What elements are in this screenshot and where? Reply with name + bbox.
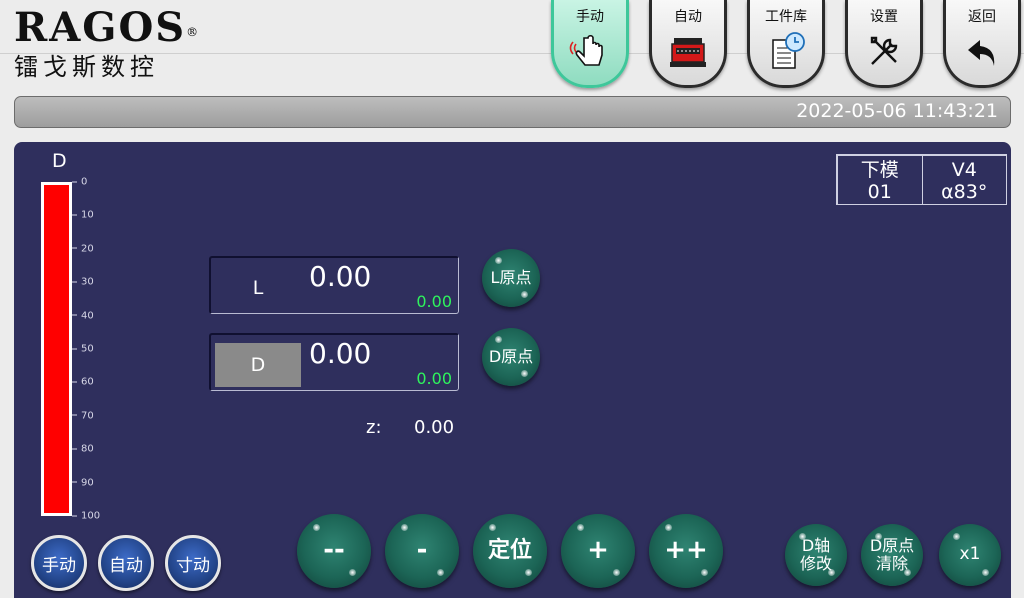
d-axis-modify-line1: D轴 — [801, 535, 831, 555]
gauge-tick: 10 — [72, 210, 94, 221]
nav-library-button[interactable]: 工件库 — [747, 0, 825, 88]
nav-settings-button[interactable]: 设置 — [845, 0, 923, 88]
l-axis-value: 0.00 — [309, 260, 372, 293]
mode-manual-label: 手动 — [42, 555, 76, 576]
return-arrow-icon — [968, 40, 995, 66]
brand-logo-text: RAGOS — [14, 4, 187, 51]
gauge-tick: 0 — [72, 177, 87, 188]
l-origin-button[interactable]: L原点 — [482, 249, 540, 307]
d-axis-value: 0.00 — [309, 337, 372, 370]
d-origin-clear-line2: 清除 — [875, 554, 908, 573]
d-axis-modify-button[interactable]: D轴 修改 — [785, 524, 847, 586]
mode-auto-label: 自动 — [109, 555, 143, 576]
gauge-ticks: 0 10 20 30 40 50 60 70 80 90 100 — [72, 177, 132, 522]
gauge-tick: 100 — [72, 511, 100, 522]
nav-manual-button[interactable]: 手动 — [551, 0, 629, 88]
press-machine-icon — [670, 38, 706, 67]
d-origin-button[interactable]: D原点 — [482, 328, 540, 386]
fast-plus-label: ++ — [664, 535, 708, 566]
multiplier-label: x1 — [959, 544, 981, 565]
z-label: z: — [366, 417, 382, 438]
d-axis-modify-label: D轴 修改 — [799, 535, 832, 574]
d-axis-modify-line2: 修改 — [799, 554, 832, 573]
registered-mark: ® — [186, 25, 201, 39]
d-origin-clear-button[interactable]: D原点 清除 — [861, 524, 923, 586]
datetime: 2022-05-06 11:43:21 — [796, 100, 998, 122]
nav-auto-label: 自动 — [674, 9, 702, 25]
nav-library-label: 工件库 — [765, 9, 807, 25]
mode-jog-button[interactable]: 寸动 — [165, 535, 221, 591]
l-axis-actual: 0.00 — [416, 292, 452, 311]
nav-back-label: 返回 — [968, 9, 996, 25]
status-bar: 2022-05-06 11:43:21 — [14, 96, 1011, 128]
mode-jog-label: 寸动 — [176, 555, 210, 576]
nav-settings-label: 设置 — [870, 9, 898, 25]
position-button[interactable]: 定位 — [473, 514, 547, 588]
l-origin-label: L原点 — [490, 267, 532, 287]
gauge-tick: 70 — [72, 410, 94, 421]
mode-auto-button[interactable]: 自动 — [98, 535, 154, 591]
d-origin-clear-line1: D原点 — [869, 535, 915, 555]
gauge-tick: 90 — [72, 477, 94, 488]
fast-minus-button[interactable]: -- — [297, 514, 371, 588]
gauge-tick: 40 — [72, 310, 94, 321]
d-origin-label: D原点 — [488, 346, 534, 366]
nav-manual-label: 手动 — [576, 9, 604, 25]
l-axis-label: L — [252, 277, 264, 299]
minus-button[interactable]: - — [385, 514, 459, 588]
gauge-tick: 30 — [72, 277, 94, 288]
fast-plus-button[interactable]: ++ — [649, 514, 723, 588]
d-gauge-fill — [44, 185, 69, 513]
position-label: 定位 — [487, 538, 532, 564]
mode-manual-button[interactable]: 手动 — [31, 535, 87, 591]
brand-logo: RAGOS® — [14, 6, 200, 50]
brand: RAGOS® 镭戈斯数控 — [14, 6, 200, 82]
fast-minus-label: -- — [323, 535, 345, 566]
tools-icon — [870, 36, 898, 65]
gauge-tick: 60 — [72, 377, 94, 388]
z-value: 0.00 — [414, 417, 455, 438]
d-axis-actual: 0.00 — [416, 369, 452, 388]
multiplier-button[interactable]: x1 — [939, 524, 1001, 586]
d-axis-display[interactable]: D 0.00 0.00 — [209, 333, 459, 391]
v-angle-cell: V4 α83° — [923, 156, 1007, 204]
lower-mold-value: 01 — [867, 181, 892, 203]
gauge-tick: 50 — [72, 344, 94, 355]
brand-subtitle: 镭戈斯数控 — [14, 53, 159, 81]
plus-label: + — [587, 535, 609, 566]
nav-back-button[interactable]: 返回 — [943, 0, 1021, 88]
document-clock-icon — [772, 32, 805, 69]
hand-pointer-icon — [569, 34, 603, 66]
mold-info: 下模 01 V4 α83° — [836, 154, 1007, 205]
gauge-tick: 80 — [72, 444, 94, 455]
angle-value: α83° — [941, 181, 988, 203]
lower-mold-label: 下模 — [860, 159, 899, 181]
plus-button[interactable]: + — [561, 514, 635, 588]
l-axis-display[interactable]: L 0.00 0.00 — [209, 256, 459, 314]
d-axis-label: D — [215, 343, 301, 387]
gauge-title: D — [52, 150, 67, 172]
main-panel: D 0 10 20 30 40 50 60 70 80 90 100 下模 01 V4 α83° L… — [14, 142, 1011, 598]
lower-mold-cell: 下模 01 — [838, 156, 923, 204]
v-label: V4 — [951, 159, 977, 181]
minus-label: - — [416, 535, 428, 566]
gauge-tick: 20 — [72, 243, 94, 254]
d-gauge — [41, 182, 72, 516]
nav-auto-button[interactable]: 自动 — [649, 0, 727, 88]
d-origin-clear-label: D原点 清除 — [869, 535, 915, 574]
